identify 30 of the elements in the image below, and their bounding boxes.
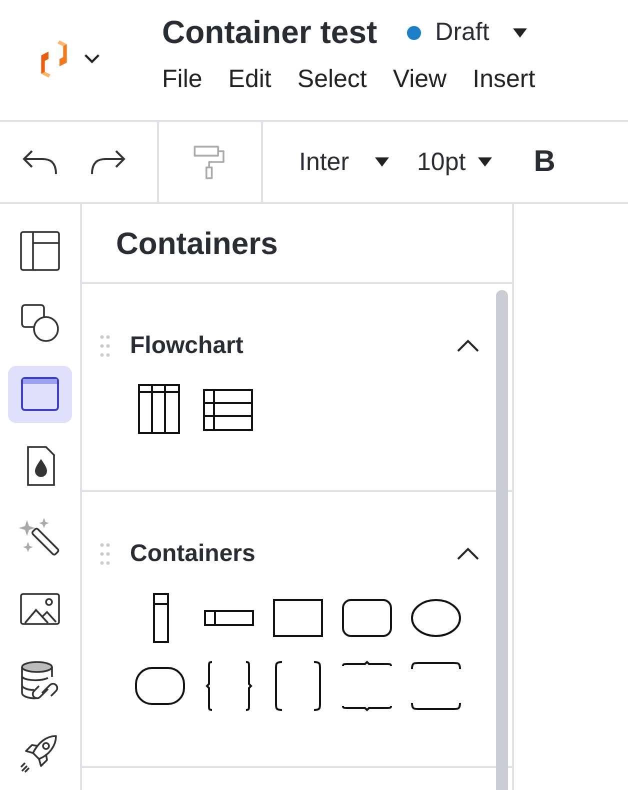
window-icon[interactable] xyxy=(8,366,72,424)
undo-icon[interactable] xyxy=(20,148,60,176)
status-dropdown[interactable]: Draft xyxy=(407,18,528,47)
caret-icon xyxy=(375,157,390,167)
redo-icon[interactable] xyxy=(88,148,128,176)
section-title[interactable]: Flowchart xyxy=(130,332,456,360)
section-title[interactable]: Containers xyxy=(130,540,456,568)
menu-item[interactable]: Select xyxy=(297,65,367,94)
font-dropdown[interactable]: Inter xyxy=(299,148,390,176)
caret-icon xyxy=(513,28,528,38)
font-size-dropdown[interactable]: 10pt xyxy=(417,148,492,176)
scrollbar[interactable] xyxy=(496,290,508,790)
menu-item[interactable]: Edit xyxy=(228,65,272,94)
menu-item[interactable]: Insert xyxy=(472,65,536,94)
menu-item[interactable]: File xyxy=(162,65,202,94)
document-title: Container test xyxy=(162,14,378,51)
bracket-container-icon[interactable] xyxy=(410,660,462,712)
drag-handle-icon[interactable] xyxy=(100,543,110,565)
chevron-icon[interactable] xyxy=(456,339,480,353)
braces-icon[interactable] xyxy=(203,660,255,712)
brackets-icon[interactable] xyxy=(272,660,324,712)
chevron-down-icon[interactable] xyxy=(84,54,100,64)
drag-handle-icon[interactable] xyxy=(100,335,110,357)
bold-button[interactable]: B xyxy=(534,145,556,179)
chevron-icon[interactable] xyxy=(456,547,480,561)
brace-container-icon[interactable] xyxy=(341,660,393,712)
menu-item[interactable]: View xyxy=(392,65,447,94)
panel-title: Containers xyxy=(82,204,512,284)
status-label: Draft xyxy=(435,18,490,47)
caret-icon xyxy=(478,157,492,167)
